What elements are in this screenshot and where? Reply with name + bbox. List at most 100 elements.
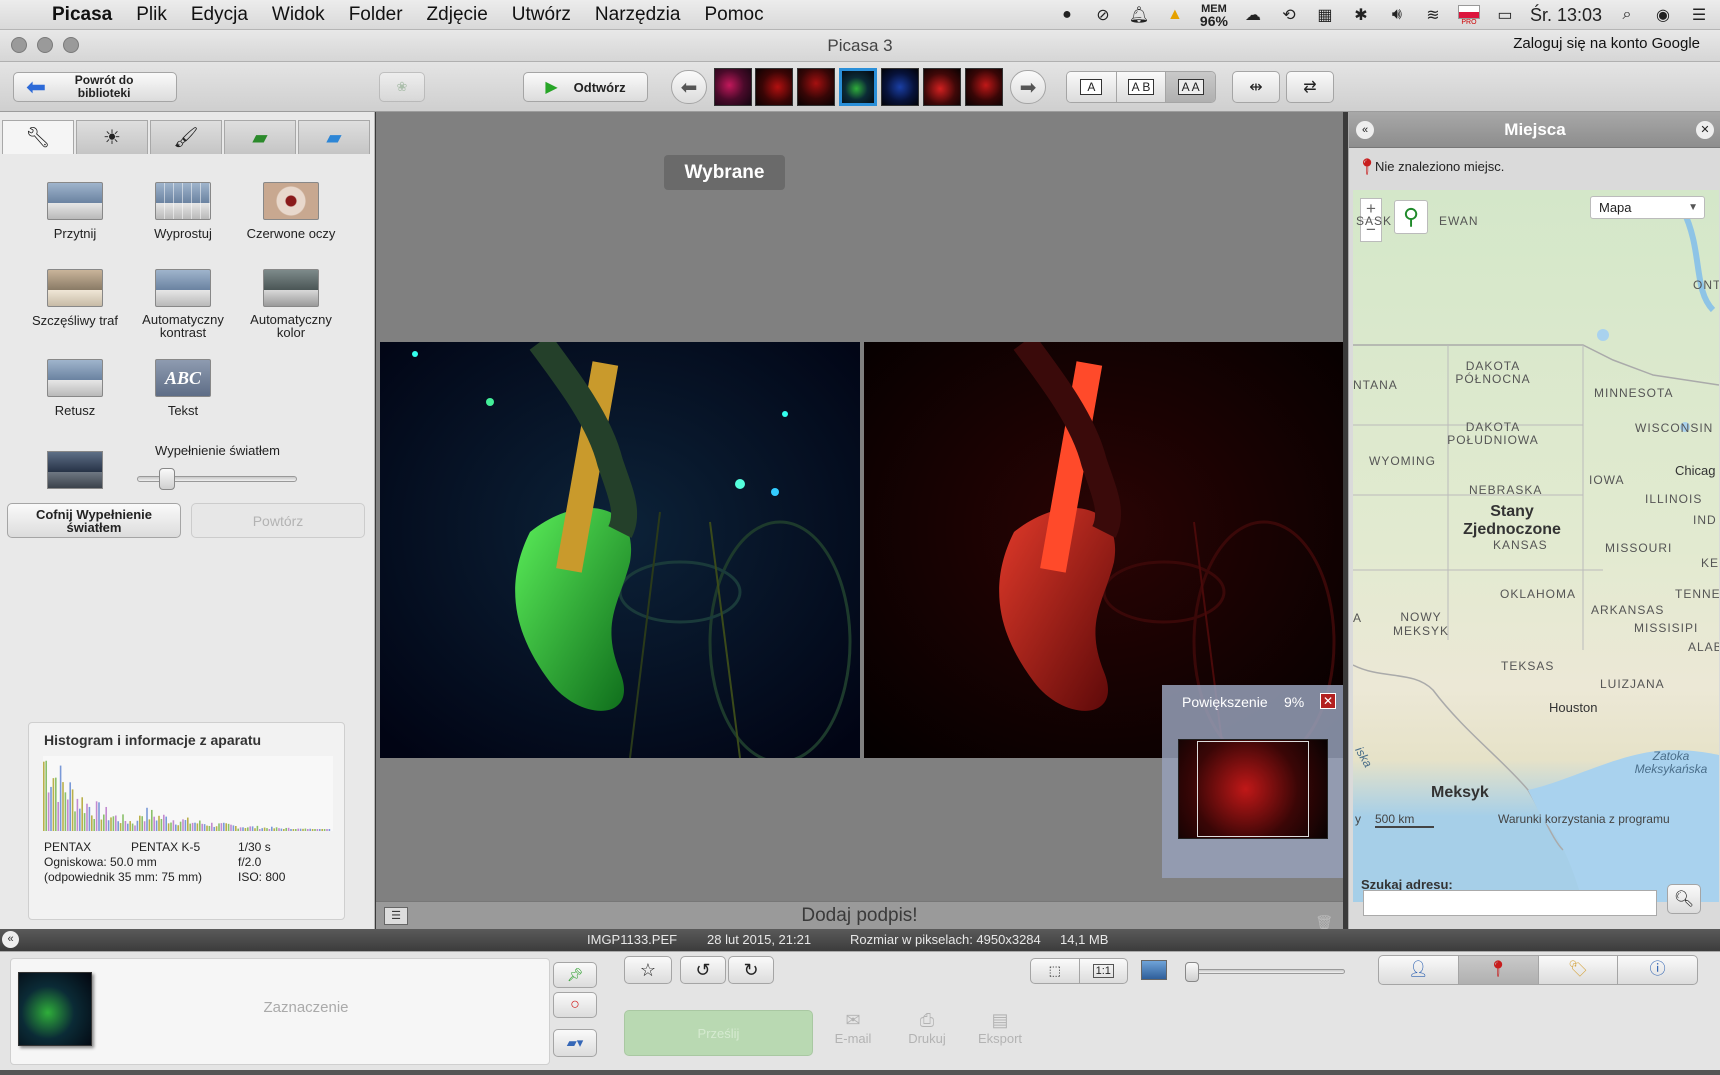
people-tab-button[interactable]: 👤︎ — [1379, 956, 1459, 984]
zoom-viewport-box[interactable] — [1197, 741, 1309, 837]
straighten-tool[interactable]: Wyprostuj — [128, 182, 238, 241]
map[interactable]: + − ⚲ Mapa ▼ SASK EWAN ONT DAKOTA PÓŁNOC… — [1353, 190, 1719, 902]
menu-help[interactable]: Pomoc — [692, 4, 775, 26]
clear-selection-button[interactable]: ○ — [553, 992, 597, 1018]
info-tab-button[interactable]: ⓘ — [1618, 956, 1697, 984]
print-button[interactable]: ⎙ Drukuj — [904, 1010, 950, 1046]
map-type-select[interactable]: Mapa ▼ — [1590, 196, 1705, 219]
auto-color-tool[interactable]: Automatyczny kolor — [236, 269, 346, 339]
caption-input[interactable]: Dodaj podpis! — [801, 905, 917, 926]
actual-size-button[interactable]: 1:1 — [1080, 959, 1128, 983]
map-pin-icon: 📍︎ — [1487, 961, 1509, 978]
zoom-photo-icon[interactable] — [1141, 960, 1167, 980]
map-terms-link[interactable]: Warunki korzystania z programu — [1498, 812, 1670, 826]
export-button[interactable]: ▤ Eksport — [975, 1010, 1025, 1046]
add-to-album-button[interactable]: ▰▾ — [553, 1029, 597, 1057]
caption-toggle-icon[interactable]: ☰ — [384, 907, 408, 925]
menu-create[interactable]: Utwórz — [500, 4, 583, 26]
fill-light-slider-handle[interactable] — [159, 468, 175, 490]
fit-to-window-button[interactable]: ⬚ — [1031, 959, 1080, 983]
tab-effects-3[interactable]: ▰ — [298, 120, 370, 154]
histogram-bar — [206, 825, 208, 831]
tags-tab-button[interactable]: 🏷︎ — [1539, 956, 1619, 984]
cloud-sync-icon[interactable]: ☁ — [1242, 4, 1264, 26]
zoom-slider-track — [1185, 969, 1345, 974]
expand-tray-icon[interactable]: « — [2, 931, 19, 948]
photo-original[interactable] — [380, 342, 860, 758]
back-to-library-button[interactable]: ⬅ Powrót do biblioteki — [13, 72, 177, 102]
undo-fill-light-button[interactable]: Cofnij Wypełnienie światłem — [7, 503, 181, 538]
wifi-icon[interactable]: ≋ — [1422, 4, 1444, 26]
tab-effects-2[interactable]: ▰ — [224, 120, 296, 154]
zoom-slider[interactable] — [1185, 962, 1345, 982]
red-eye-tool[interactable]: Czerwone oczy — [236, 182, 346, 241]
crop-tool[interactable]: Przytnij — [20, 182, 130, 241]
im-feeling-lucky-tool[interactable]: Szczęśliwy traf — [20, 269, 130, 328]
notification-bell-icon[interactable]: 🔔︎ — [1128, 4, 1150, 26]
upload-button[interactable]: Prześlij — [624, 1010, 813, 1056]
tab-effects[interactable]: 🖌︎ — [150, 120, 222, 154]
record-icon[interactable]: ● — [1056, 4, 1078, 26]
email-button[interactable]: ✉ E-mail — [833, 1010, 873, 1046]
fit-width-button[interactable]: ⇹ — [1232, 71, 1280, 103]
menu-file[interactable]: Plik — [124, 4, 179, 26]
filmstrip-thumbnail[interactable] — [714, 68, 752, 106]
picasa-web-button[interactable]: ❀ — [379, 72, 425, 102]
tab-tuning[interactable]: ☀ — [76, 120, 148, 154]
address-search-button[interactable]: 🔍︎ — [1667, 884, 1701, 914]
fill-light-slider[interactable] — [137, 468, 297, 490]
places-tab-button[interactable]: 📍︎ — [1458, 956, 1539, 984]
hold-pin-button[interactable]: 📌︎ — [553, 962, 597, 988]
tab-basic-fixes[interactable]: 🔧︎ — [2, 120, 74, 154]
spotlight-search-icon[interactable]: ⌕ — [1616, 4, 1638, 26]
text-tool[interactable]: ABC Tekst — [128, 359, 238, 418]
bluetooth-icon[interactable]: ✱ — [1350, 4, 1372, 26]
previous-photo-button[interactable]: ⬅ — [671, 70, 707, 104]
compare-ab-view-button[interactable]: A B — [1116, 72, 1167, 102]
single-view-button[interactable]: A — [1067, 72, 1117, 102]
user-icon[interactable]: ◉ — [1652, 4, 1674, 26]
filmstrip-thumbnail[interactable] — [881, 68, 919, 106]
close-zoom-icon[interactable]: ✕ — [1320, 693, 1336, 709]
keyboard-icon[interactable]: ▦ — [1314, 4, 1336, 26]
slideshow-play-button[interactable]: ▶ Odtwórz — [523, 72, 648, 102]
retouch-tool[interactable]: Retusz — [20, 359, 130, 418]
next-photo-button[interactable]: ➡ — [1010, 70, 1046, 104]
swap-view-button[interactable]: ⇄ — [1286, 71, 1334, 103]
menu-folder[interactable]: Folder — [337, 4, 415, 26]
zoom-slider-handle[interactable] — [1185, 962, 1199, 982]
compare-aa-view-button[interactable]: A A — [1166, 72, 1215, 102]
address-search-input[interactable] — [1363, 890, 1657, 916]
google-sign-in-link[interactable]: Zaloguj się na konto Google — [1513, 35, 1700, 52]
histogram-bar — [119, 823, 122, 831]
menu-view[interactable]: Widok — [260, 4, 337, 26]
filmstrip-thumbnail[interactable] — [797, 68, 835, 106]
redo-button[interactable]: Powtórz — [191, 503, 365, 538]
input-source-flag[interactable]: PRO — [1457, 4, 1480, 26]
map-label-houston: Houston — [1549, 700, 1598, 715]
back-arrow-icon: ⬅ — [26, 73, 47, 101]
filmstrip-thumbnail[interactable] — [755, 68, 793, 106]
clock[interactable]: Śr. 13:03 — [1530, 5, 1602, 26]
place-marker-button[interactable]: ⚲ — [1394, 200, 1428, 234]
warning-icon[interactable]: ▲ — [1164, 4, 1186, 26]
filmstrip-thumbnail[interactable] — [965, 68, 1003, 106]
rotate-right-button[interactable]: ↻ — [728, 956, 774, 984]
notification-center-icon[interactable]: ☰ — [1688, 4, 1710, 26]
menu-app-name[interactable]: Picasa — [40, 4, 124, 26]
filmstrip-thumbnail[interactable] — [923, 68, 961, 106]
battery-icon[interactable]: ▭ — [1494, 4, 1516, 26]
menu-picture[interactable]: Zdjęcie — [415, 4, 500, 26]
zoom-navigator-thumbnail[interactable] — [1178, 739, 1328, 839]
auto-contrast-tool[interactable]: Automatyczny kontrast — [128, 269, 238, 339]
filmstrip-thumbnail-selected[interactable] — [839, 68, 877, 106]
time-machine-icon[interactable]: ⟲ — [1278, 4, 1300, 26]
rotate-left-button[interactable]: ↺ — [680, 956, 726, 984]
volume-icon[interactable]: 🔊︎ — [1386, 4, 1408, 26]
close-places-icon[interactable]: ✕ — [1696, 121, 1714, 139]
star-button[interactable]: ☆ — [624, 956, 672, 984]
do-not-disturb-icon[interactable]: ⊘ — [1092, 4, 1114, 26]
menu-tools[interactable]: Narzędzia — [583, 4, 693, 26]
menu-edit[interactable]: Edycja — [179, 4, 260, 26]
memory-indicator[interactable]: MEM 96% — [1200, 3, 1228, 28]
